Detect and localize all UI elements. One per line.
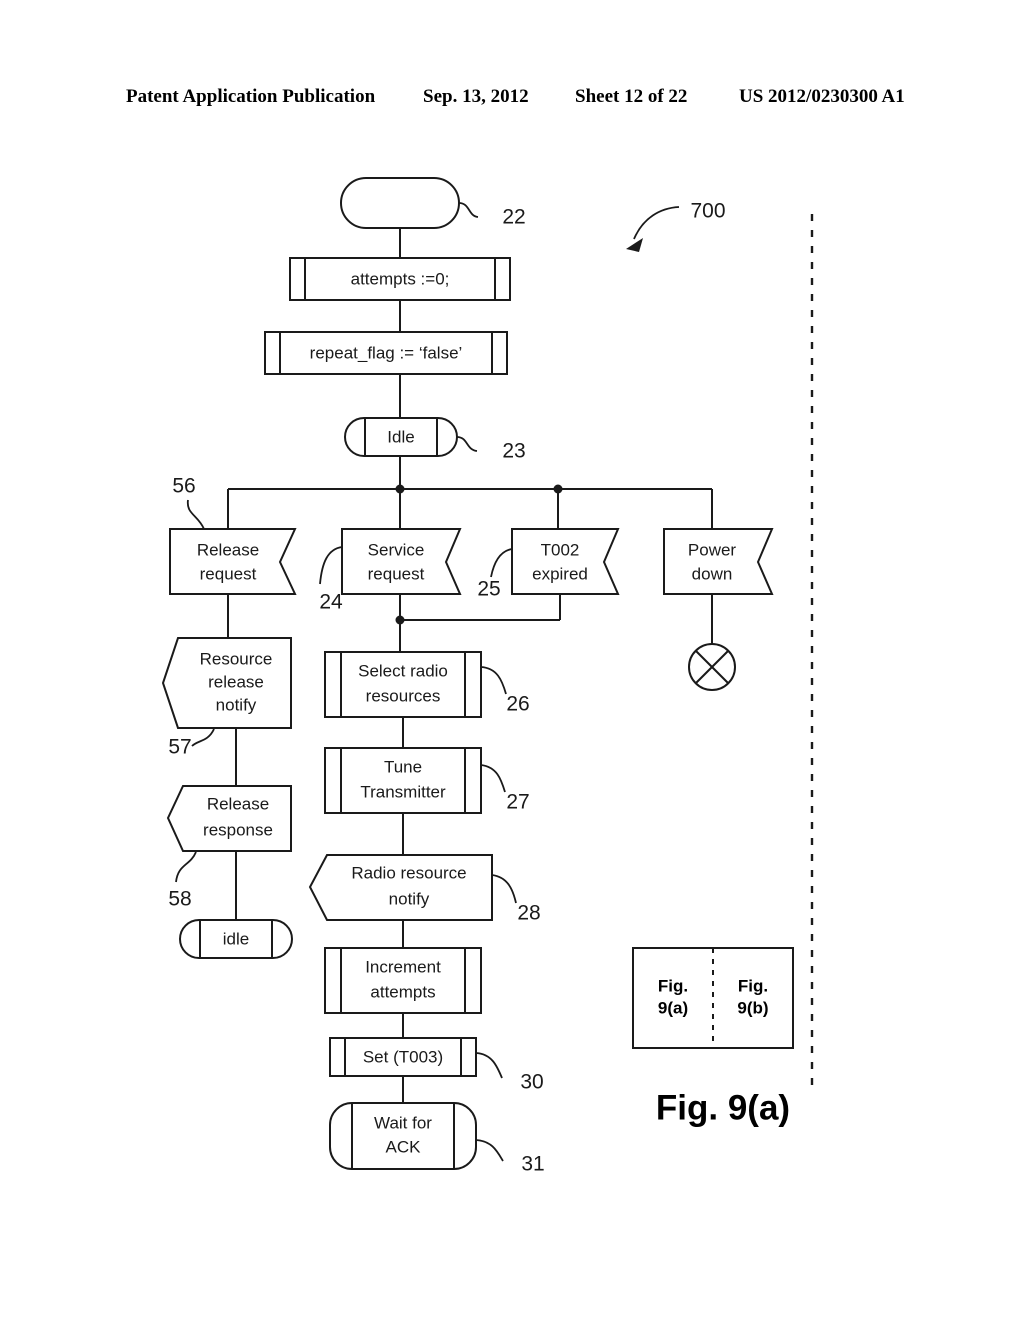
- diagram-reference-700: 700: [626, 200, 726, 252]
- figure-key-right-line2: 9(b): [737, 998, 768, 1017]
- input-t002-expired-node: T002 expired: [511, 528, 620, 595]
- input-release-request-line2: request: [200, 564, 257, 583]
- reference-57-label: 57: [168, 736, 191, 759]
- task-set-t003-node: Set (T003): [329, 1037, 477, 1077]
- reference-28-group: 28: [491, 874, 541, 925]
- reference-56-group: 56: [172, 475, 205, 530]
- reference-30-group: 30: [475, 1052, 544, 1094]
- output-resource-release-notify-node: Resource release notify: [161, 637, 292, 729]
- input-service-request-node: Service request: [341, 528, 462, 595]
- reference-26-group: 26: [480, 666, 530, 716]
- state-wait-for-ack-line1: Wait for: [374, 1113, 432, 1132]
- input-service-request-line1: Service: [368, 540, 425, 559]
- task-tune-transmitter-node: Tune Transmitter: [324, 747, 482, 814]
- output-resource-release-notify-line2: release: [208, 672, 264, 691]
- task-tune-transmitter-line2: Transmitter: [360, 782, 446, 801]
- state-idle-lower-node: idle: [179, 919, 293, 959]
- reference-24-group: 24: [319, 546, 343, 614]
- branch-distribution-bar: [227, 484, 713, 529]
- input-power-down-line1: Power: [688, 540, 737, 559]
- reference-25-group: 25: [477, 548, 513, 601]
- task-attempts-label: attempts :=0;: [351, 269, 450, 288]
- patent-page: Patent Application Publication Sep. 13, …: [0, 0, 1024, 1320]
- input-release-request-line1: Release: [197, 540, 259, 559]
- output-radio-resource-notify-node: Radio resource notify: [308, 854, 493, 921]
- task-tune-transmitter-line1: Tune: [384, 757, 422, 776]
- state-idle-lower-label: idle: [223, 929, 249, 948]
- reference-26-label: 26: [506, 693, 529, 716]
- output-release-response-node: Release response: [166, 785, 292, 852]
- task-attempts-node: attempts :=0;: [289, 257, 511, 301]
- reference-27-label: 27: [506, 791, 529, 814]
- figure-key-left-line1: Fig.: [658, 976, 688, 995]
- input-power-down-node: Power down: [663, 528, 774, 595]
- task-repeat-flag-node: repeat_flag := ‘false’: [264, 331, 508, 375]
- output-radio-resource-notify-line1: Radio resource: [351, 863, 466, 882]
- input-service-request-line2: request: [368, 564, 425, 583]
- reference-58-label: 58: [168, 888, 191, 911]
- output-resource-release-notify-line1: Resource: [200, 649, 273, 668]
- figure-caption: Fig. 9(a): [656, 1088, 790, 1127]
- reference-25-label: 25: [477, 578, 500, 601]
- output-release-response-line2: response: [203, 820, 273, 839]
- task-set-t003-label: Set (T003): [363, 1047, 443, 1066]
- reference-700-label: 700: [690, 200, 725, 223]
- state-idle-label: Idle: [387, 427, 414, 446]
- figure-key-box: Fig. 9(a) Fig. 9(b): [632, 947, 794, 1049]
- output-radio-resource-notify-line2: notify: [389, 889, 430, 908]
- state-wait-for-ack-node: Wait for ACK: [329, 1102, 477, 1170]
- reference-28-label: 28: [517, 902, 540, 925]
- reference-24-label: 24: [319, 591, 343, 614]
- reference-31-group: 31: [475, 1139, 545, 1176]
- task-increment-attempts-line1: Increment: [365, 957, 441, 976]
- reference-27-group: 27: [480, 764, 530, 814]
- stop-terminator-icon: [688, 643, 736, 691]
- task-repeat-flag-label: repeat_flag := ‘false’: [310, 343, 463, 362]
- reference-56-label: 56: [172, 475, 195, 498]
- reference-58-group: 58: [168, 851, 197, 911]
- task-increment-attempts-node: Increment attempts: [324, 947, 482, 1014]
- input-power-down-line2: down: [692, 564, 733, 583]
- figure-key-right-line1: Fig.: [738, 976, 768, 995]
- reference-30-label: 30: [520, 1071, 543, 1094]
- state-wait-for-ack-line2: ACK: [386, 1137, 422, 1156]
- input-release-request-node: Release request: [169, 528, 297, 595]
- input-t002-expired-line2: expired: [532, 564, 588, 583]
- reference-23-label: 23: [502, 440, 525, 463]
- task-increment-attempts-line2: attempts: [370, 982, 435, 1001]
- state-idle-node: Idle 23: [344, 417, 526, 463]
- input-t002-expired-line1: T002: [541, 540, 580, 559]
- task-select-radio-line1: Select radio: [358, 661, 448, 680]
- reference-57-group: 57: [168, 728, 215, 759]
- figure-key-left-line2: 9(a): [658, 998, 688, 1017]
- output-release-response-line1: Release: [207, 794, 269, 813]
- reference-22-label: 22: [502, 206, 525, 229]
- start-oval-node: 22: [340, 177, 526, 229]
- reference-31-label: 31: [521, 1153, 544, 1176]
- task-select-radio-line2: resources: [366, 686, 441, 705]
- task-select-radio-node: Select radio resources: [324, 651, 482, 718]
- output-resource-release-notify-line3: notify: [216, 695, 257, 714]
- figure-9a-diagram: 700 22 attempts :=0; repeat_flag := ‘fal…: [161, 177, 814, 1176]
